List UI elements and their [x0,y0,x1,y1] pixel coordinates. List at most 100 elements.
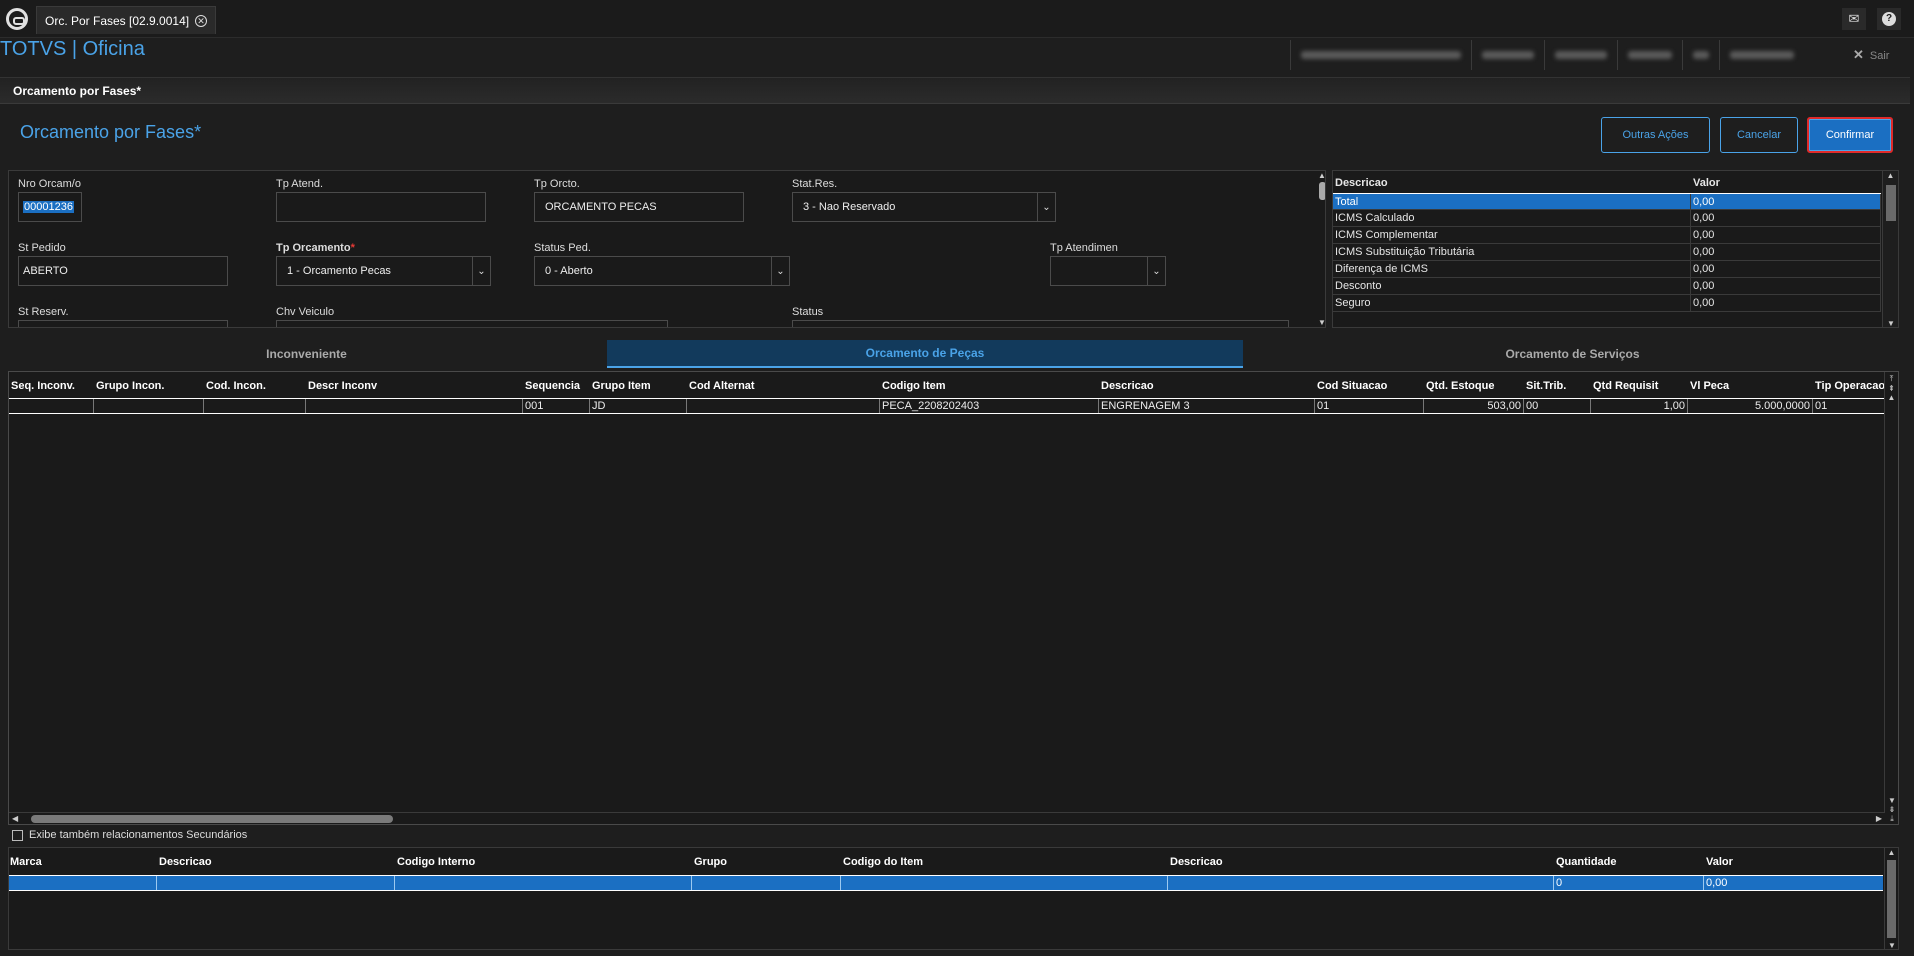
status-ped-select[interactable]: 0 - Aberto ⌄ [534,256,790,286]
chevron-down-icon[interactable]: ⌄ [1037,193,1055,221]
scroll-page-up-icon[interactable]: ⇞ [1885,384,1898,393]
tp-atendimen-select[interactable]: ⌄ [1050,256,1166,286]
breadcrumb: Orcamento por Fases* [13,84,142,98]
cancel-button[interactable]: Cancelar [1720,117,1798,153]
mail-icon[interactable]: ✉ [1842,8,1866,30]
required-marker: * [350,242,355,254]
table-row[interactable]: 001 JD PECA_2208202403 ENGRENAGEM 3 01 5… [9,398,1884,414]
scroll-down-icon[interactable]: ▼ [1885,941,1898,949]
column-header[interactable]: Sequencia [525,380,580,392]
chv-veiculo-field[interactable] [276,320,668,327]
chevron-down-icon[interactable]: ⌄ [472,257,490,285]
table-cell [157,876,395,890]
st-pedido-field[interactable]: ABERTO [18,256,228,286]
chevron-down-icon[interactable]: ⌄ [771,257,789,285]
form-scrollbar[interactable]: ▲ ▼ [1317,171,1325,327]
column-header[interactable]: Grupo Item [592,380,651,392]
scrollbar-thumb[interactable] [1318,182,1325,200]
bottom-grid-scrollbar[interactable]: ▲ ▼ [1884,848,1898,949]
scroll-up-icon[interactable]: ▲ [1885,848,1898,857]
status-ped-value: 0 - Aberto [545,265,593,277]
stat-res-select[interactable]: 3 - Nao Reservado ⌄ [792,192,1056,222]
scroll-page-down-icon[interactable]: ⇟ [1885,805,1898,814]
tab-orc-por-fases[interactable]: Orc. Por Fases [02.9.0014] ✕ [36,6,217,34]
table-cell [94,399,204,413]
close-icon[interactable]: ✕ [195,14,208,27]
column-header[interactable]: Codigo do Item [843,856,923,868]
scrollbar-thumb[interactable] [1886,185,1896,221]
confirm-button[interactable]: Confirmar [1807,117,1893,153]
user-info-bar [1290,40,1804,70]
column-header[interactable]: Descricao [1101,380,1154,392]
column-header[interactable]: Cod Situacao [1317,380,1387,392]
help-icon[interactable]: ? [1877,8,1901,30]
column-header[interactable]: Quantidade [1556,856,1617,868]
column-header[interactable]: Seq. Inconv. [11,380,75,392]
scroll-up-icon[interactable]: ▲ [1885,393,1898,402]
column-header[interactable]: Codigo Interno [397,856,475,868]
column-header[interactable]: Tip Operacao [1815,380,1885,392]
column-header[interactable]: Codigo Item [882,380,946,392]
totvs-logo-icon[interactable] [6,8,28,30]
scroll-right-icon[interactable]: ▶ [1876,814,1882,823]
column-header[interactable]: Qtd Requisit [1593,380,1658,392]
redacted-text [1301,51,1461,59]
grid-vertical-scrollbar[interactable]: ⤒ ⇞ ▲ ▼ ⇟ ⤓ [1884,372,1898,824]
column-header[interactable]: Descr Inconv [308,380,377,392]
column-header[interactable]: Descricao [159,856,212,868]
tp-orcto-field[interactable]: ORCAMENTO PECAS [534,192,744,222]
summary-row[interactable]: Desconto 0,00 [1333,278,1881,295]
scroll-left-icon[interactable]: ◀ [12,814,18,823]
column-header[interactable]: Cod Alternat [689,380,755,392]
chevron-down-icon[interactable]: ⌄ [1147,257,1165,285]
tp-atend-field[interactable] [276,192,486,222]
column-header[interactable]: Vl Peca [1690,380,1729,392]
scroll-up-icon[interactable]: ▲ [1883,171,1898,180]
scroll-down-icon[interactable]: ▼ [1883,319,1898,327]
tab-orcamento-servicos[interactable]: Orcamento de Serviços [1245,340,1900,368]
column-header[interactable]: Qtd. Estoque [1426,380,1494,392]
tp-orcamento-select[interactable]: 1 - Orcamento Pecas ⌄ [276,256,491,286]
grid-horizontal-scrollbar[interactable]: ◀ ▶ [9,812,1885,824]
table-row[interactable]: 0 0,00 [9,875,1883,891]
summary-descricao: Desconto [1333,278,1691,294]
st-reserv-field[interactable] [18,320,228,327]
nro-orcam-field[interactable]: 00001236 [18,192,82,222]
summary-descricao: ICMS Calculado [1333,210,1691,226]
summary-valor: 0,00 [1691,244,1881,260]
scroll-down-icon[interactable]: ▼ [1317,318,1325,327]
status-field[interactable] [792,320,1289,327]
column-header[interactable]: Valor [1706,856,1733,868]
summary-row[interactable]: Diferença de ICMS 0,00 [1333,261,1881,278]
logout-button[interactable]: ✕ Sair [1853,47,1889,63]
scroll-up-icon[interactable]: ▲ [1317,171,1325,180]
column-header[interactable]: Grupo Incon. [96,380,164,392]
checkbox[interactable] [12,829,23,841]
column-header[interactable]: Grupo [694,856,727,868]
scroll-bottom-icon[interactable]: ⤓ [1885,814,1898,824]
relacionamentos-grid: Marca Descricao Codigo Interno Grupo Cod… [8,847,1899,950]
column-header[interactable]: Marca [10,856,42,868]
summary-row[interactable]: ICMS Calculado 0,00 [1333,210,1881,227]
summary-row[interactable]: ICMS Complementar 0,00 [1333,227,1881,244]
tab-orcamento-pecas[interactable]: Orcamento de Peças [607,340,1243,368]
scrollbar-thumb[interactable] [1887,860,1896,938]
redacted-text [1482,51,1534,59]
column-header[interactable]: Cod. Incon. [206,380,266,392]
table-cell: PECA_2208202403 [880,399,1099,413]
summary-row[interactable]: Total 0,00 [1333,193,1881,210]
scrollbar-thumb[interactable] [31,815,393,823]
outras-acoes-button[interactable]: Outras Ações [1601,117,1710,153]
summary-row[interactable]: ICMS Substituição Tributária 0,00 [1333,244,1881,261]
column-header[interactable]: Descricao [1170,856,1223,868]
scroll-top-icon[interactable]: ⤒ [1885,374,1898,384]
column-header[interactable]: Sit.Trib. [1526,380,1566,392]
secondary-relations-checkbox[interactable]: Exibe também relacionamentos Secundários [12,829,247,841]
tp-orcto-label: Tp Orcto. [534,178,580,190]
summary-row[interactable]: Seguro 0,00 [1333,295,1881,312]
table-cell: 0 [1554,876,1704,890]
tab-inconveniente[interactable]: Inconveniente [8,340,605,368]
summary-scrollbar[interactable]: ▲ ▼ [1882,171,1898,327]
scroll-down-icon[interactable]: ▼ [1885,796,1898,805]
logout-label: Sair [1869,50,1890,62]
